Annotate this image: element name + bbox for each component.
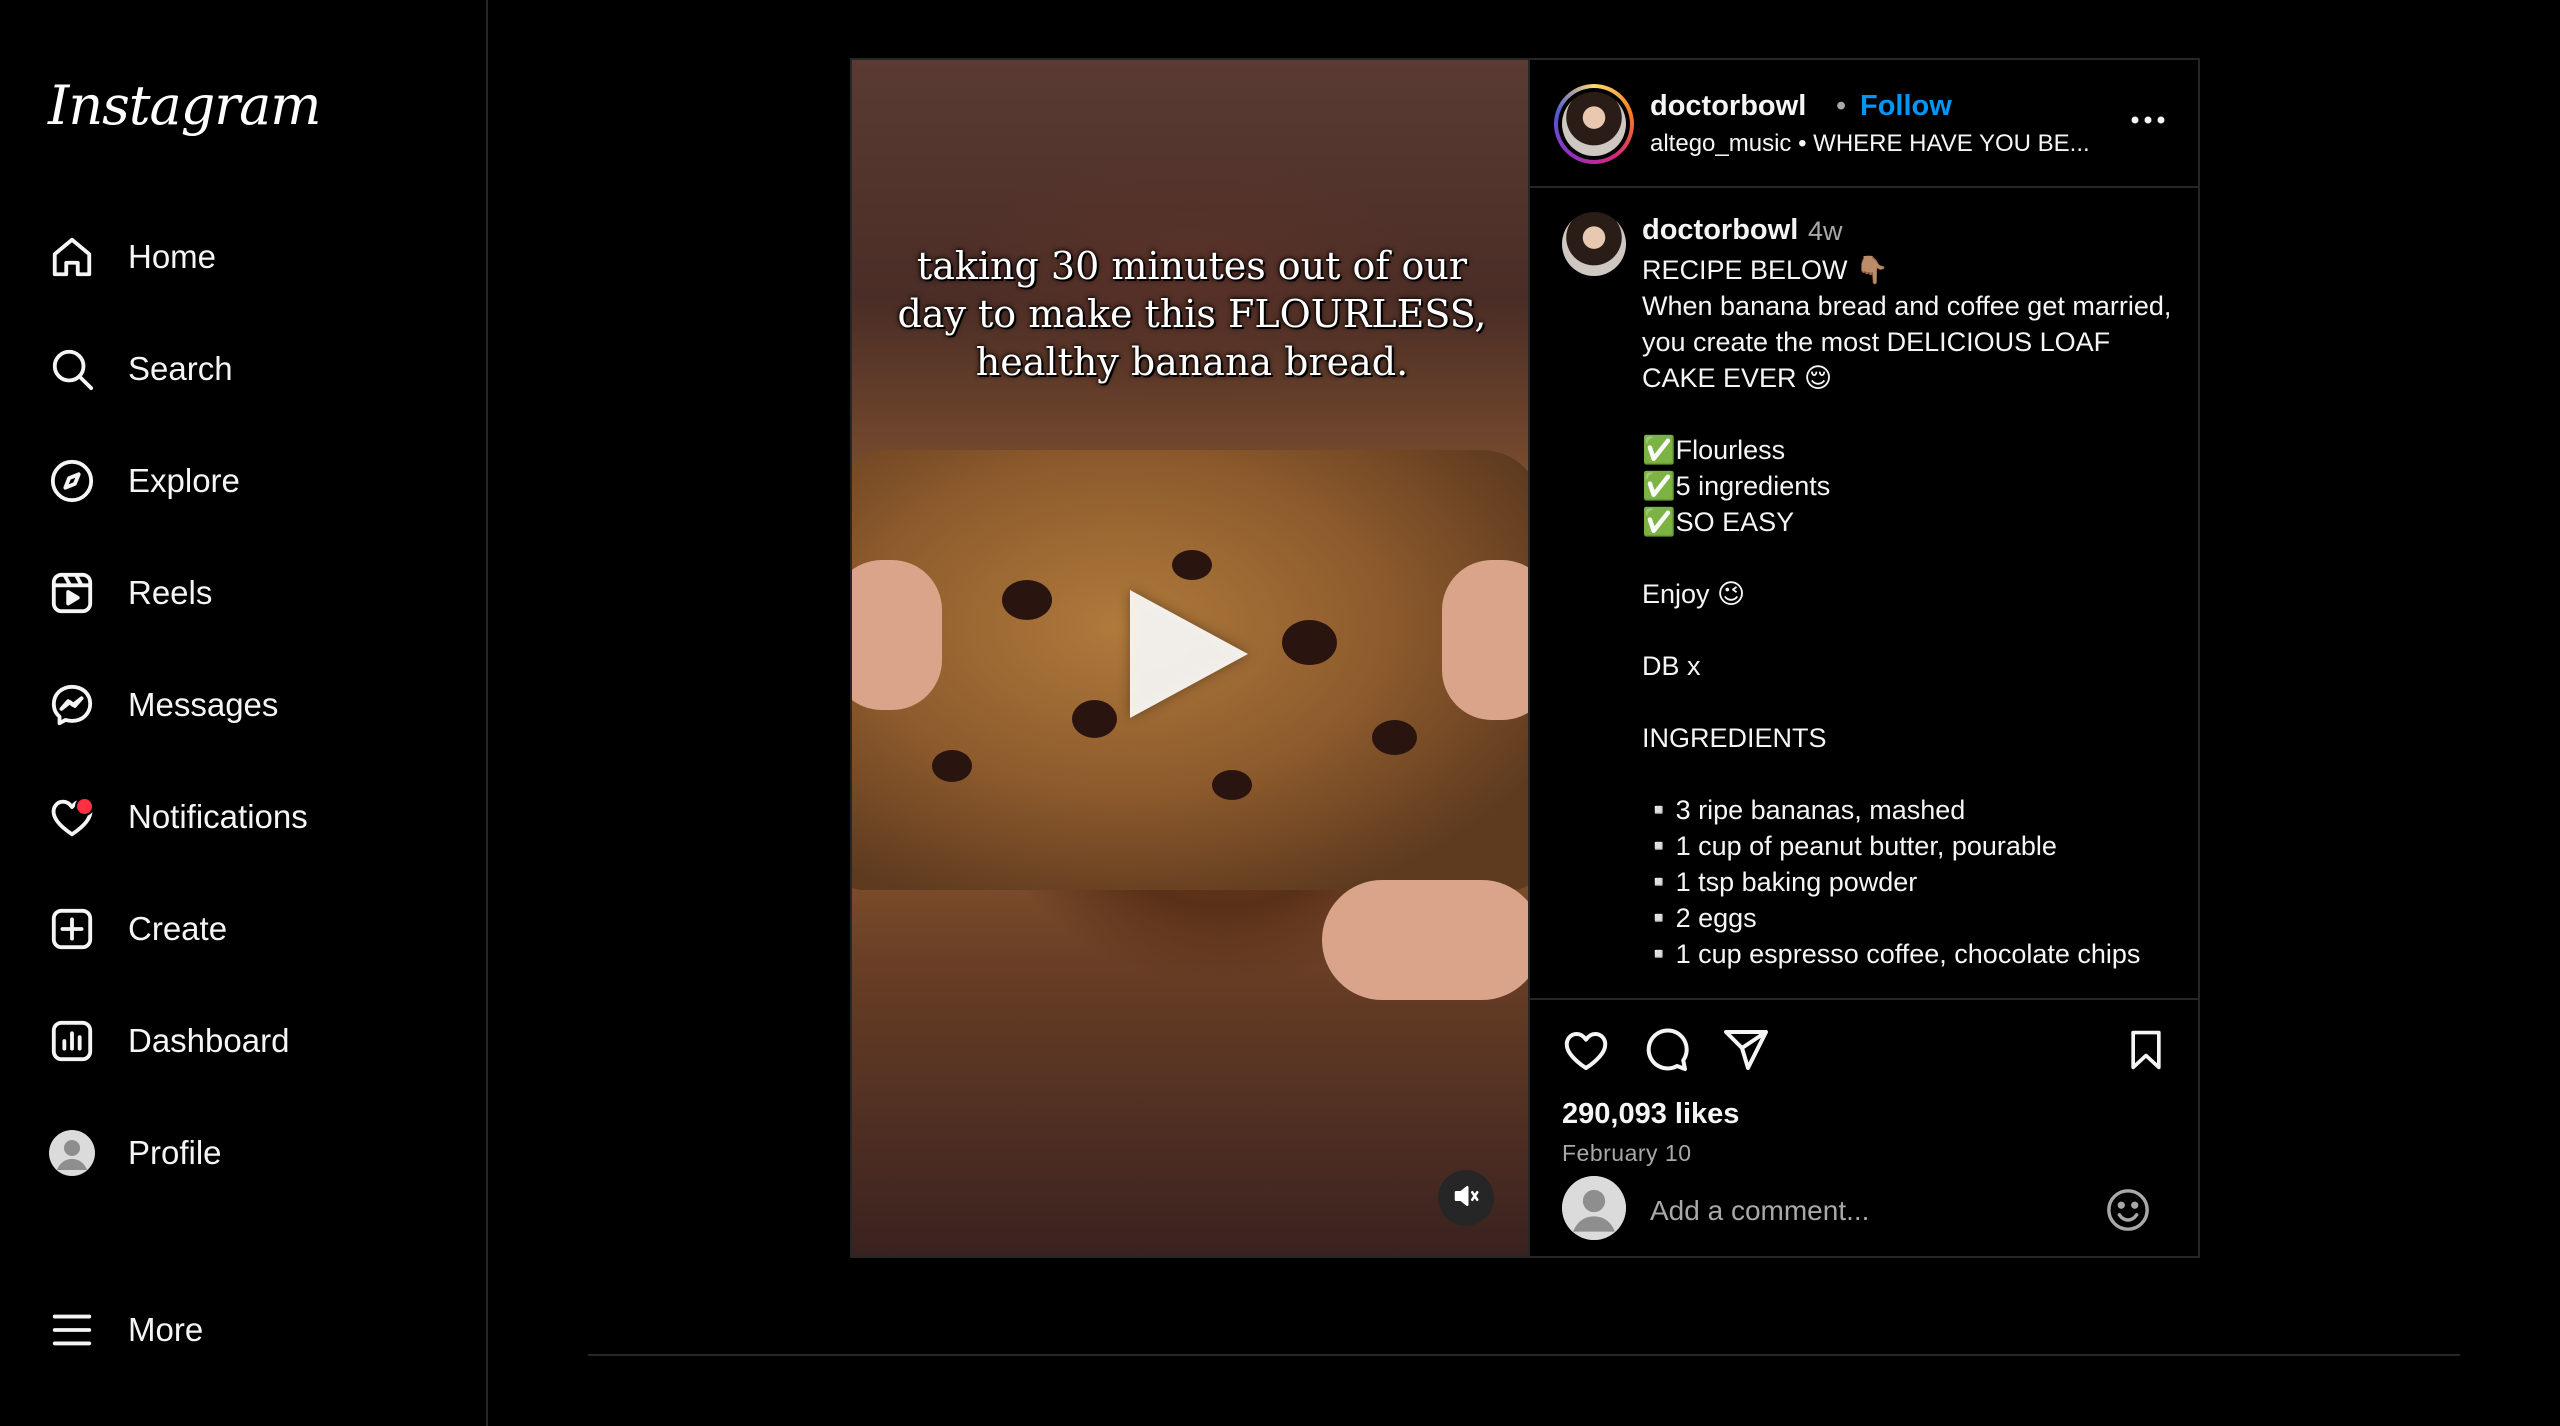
hand-right <box>1442 560 1528 720</box>
sidebar-item-label: More <box>128 1311 204 1348</box>
sidebar-item-explore[interactable]: Explore <box>48 449 448 513</box>
chocolate-chip <box>1002 580 1052 620</box>
caption-username[interactable]: doctorbowl <box>1642 214 1798 247</box>
sidebar-item-create[interactable]: Create <box>48 897 448 961</box>
sidebar-item-notifications[interactable]: Notifications <box>48 785 448 849</box>
audio-artist[interactable]: altego_music <box>1650 130 1791 157</box>
notification-badge <box>75 797 94 816</box>
sidebar-item-home[interactable]: Home <box>48 225 448 289</box>
comment-icon[interactable] <box>1640 1024 1692 1076</box>
messenger-icon <box>48 681 96 729</box>
caption-avatar[interactable] <box>1562 212 1626 276</box>
post-details-panel: doctorbowl • Follow altego_music • WHERE… <box>1528 60 2198 1256</box>
chocolate-chip <box>1212 770 1252 800</box>
sidebar-item-label: Explore <box>128 462 240 499</box>
share-icon[interactable] <box>1720 1024 1772 1076</box>
instagram-logo[interactable]: Instagram <box>48 74 321 137</box>
avatar <box>48 1129 96 1177</box>
home-icon <box>48 233 96 281</box>
post-header: doctorbowl • Follow altego_music • WHERE… <box>1530 60 2198 188</box>
follow-button[interactable]: Follow <box>1860 90 1952 123</box>
heart-icon <box>48 793 96 841</box>
likes-count[interactable]: 290,093 likes <box>1562 1098 1739 1131</box>
sidebar-item-label: Profile <box>128 1134 222 1171</box>
divider <box>588 1354 2460 1356</box>
sidebar-item-label: Reels <box>128 574 213 611</box>
commenter-avatar <box>1562 1176 1626 1240</box>
sidebar-item-label: Home <box>128 238 217 275</box>
post-video[interactable]: taking 30 minutes out of our day to make… <box>852 60 1528 1256</box>
more-options-icon[interactable] <box>2128 100 2168 140</box>
play-icon[interactable] <box>1130 590 1248 718</box>
menu-icon <box>48 1306 96 1354</box>
comment-form <box>1530 1176 2198 1256</box>
caption-text: RECIPE BELOW 👇🏽 When banana bread and co… <box>1642 255 2172 969</box>
emoji-icon[interactable] <box>2102 1184 2154 1236</box>
post-actions: 290,093 likes February 10 <box>1530 998 2198 1166</box>
bookmark-icon[interactable] <box>2120 1024 2172 1076</box>
plus-square-icon <box>48 905 96 953</box>
chocolate-chip <box>932 750 972 782</box>
compass-icon <box>48 457 96 505</box>
sidebar-item-more[interactable]: More <box>48 1298 448 1362</box>
sidebar-item-label: Dashboard <box>128 1022 290 1059</box>
mute-button[interactable] <box>1438 1170 1494 1226</box>
separator: • <box>1798 130 1807 157</box>
separator: • <box>1836 90 1847 122</box>
muted-speaker-icon <box>1451 1181 1481 1216</box>
dashboard-icon <box>48 1017 96 1065</box>
sidebar-item-messages[interactable]: Messages <box>48 673 448 737</box>
sidebar-item-reels[interactable]: Reels <box>48 561 448 625</box>
caption-section[interactable]: doctorbowl 4w RECIPE BELOW 👇🏽 When banan… <box>1530 188 2198 998</box>
post-card: taking 30 minutes out of our day to make… <box>850 58 2200 1258</box>
story-ring-avatar[interactable] <box>1554 84 1634 164</box>
post-date[interactable]: February 10 <box>1562 1140 1692 1167</box>
caption-timestamp[interactable]: 4w <box>1808 216 1843 247</box>
sidebar-item-label: Messages <box>128 686 279 723</box>
sidebar-item-search[interactable]: Search <box>48 337 448 401</box>
chocolate-chip <box>1072 700 1117 738</box>
audio-title[interactable]: WHERE HAVE YOU BE... <box>1813 130 2090 157</box>
video-overlay-text: taking 30 minutes out of our day to make… <box>897 244 1487 384</box>
audio-attribution[interactable]: altego_music • WHERE HAVE YOU BE... <box>1650 130 2090 158</box>
search-icon <box>48 345 96 393</box>
sidebar-item-profile[interactable]: Profile <box>48 1121 448 1185</box>
like-heart-icon[interactable] <box>1560 1024 1612 1076</box>
author-avatar <box>1562 92 1626 156</box>
chocolate-chip <box>1372 720 1417 755</box>
sidebar: Instagram Home Search Explore Reels Mess… <box>0 0 488 1426</box>
sidebar-item-label: Create <box>128 910 228 947</box>
sidebar-item-label: Search <box>128 350 233 387</box>
hand-bottom <box>1322 880 1528 1000</box>
reels-icon <box>48 569 96 617</box>
chocolate-chip <box>1172 550 1212 580</box>
author-username[interactable]: doctorbowl <box>1650 90 1806 123</box>
comment-input[interactable] <box>1648 1190 2072 1232</box>
hand-left <box>852 560 942 710</box>
chocolate-chip <box>1282 620 1337 665</box>
sidebar-item-label: Notifications <box>128 798 308 835</box>
sidebar-item-dashboard[interactable]: Dashboard <box>48 1009 448 1073</box>
